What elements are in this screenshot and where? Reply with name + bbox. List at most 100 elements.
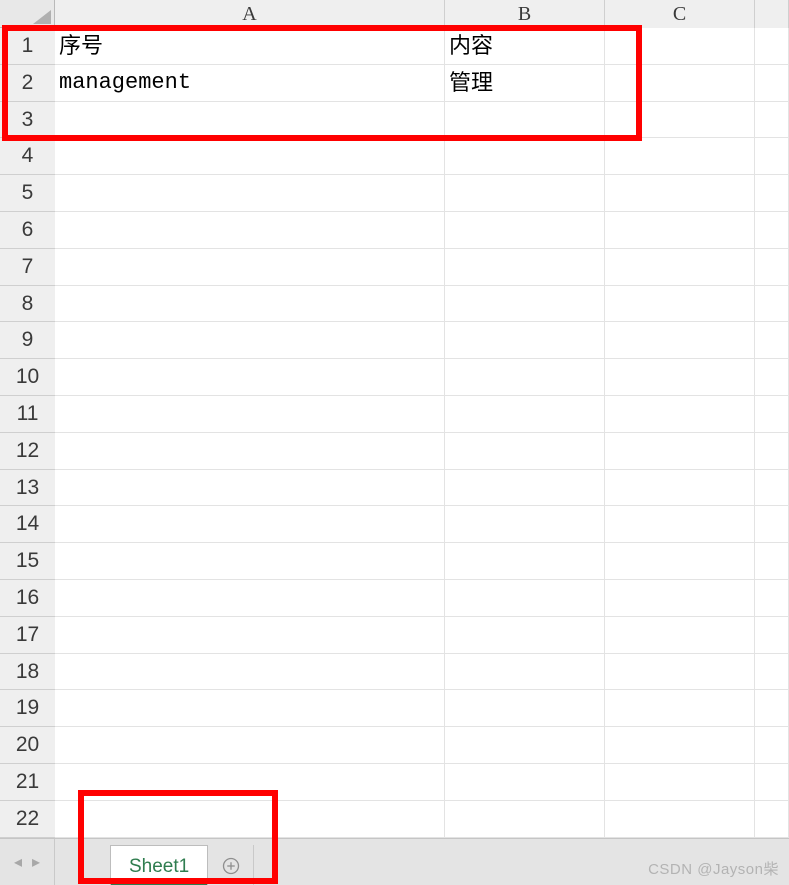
cell[interactable] — [445, 764, 605, 801]
cell[interactable] — [445, 506, 605, 543]
cell[interactable] — [55, 727, 445, 764]
row-header[interactable]: 13 — [0, 470, 55, 507]
row-header[interactable]: 17 — [0, 617, 55, 654]
row-header[interactable]: 6 — [0, 212, 55, 249]
cell[interactable] — [605, 286, 755, 323]
row-header[interactable]: 4 — [0, 138, 55, 175]
column-header-B[interactable]: B — [445, 0, 605, 28]
cell[interactable] — [605, 617, 755, 654]
row-header[interactable]: 20 — [0, 727, 55, 764]
cell[interactable] — [605, 102, 755, 139]
cell[interactable] — [55, 617, 445, 654]
cell[interactable] — [55, 764, 445, 801]
cell-edge[interactable] — [755, 433, 789, 470]
add-sheet-button[interactable] — [208, 845, 254, 885]
row-header[interactable]: 8 — [0, 286, 55, 323]
cell-C2[interactable] — [605, 65, 755, 102]
cell[interactable] — [445, 249, 605, 286]
row-header[interactable]: 7 — [0, 249, 55, 286]
row-header[interactable]: 12 — [0, 433, 55, 470]
cell[interactable] — [55, 470, 445, 507]
cell[interactable] — [445, 617, 605, 654]
cell[interactable] — [445, 102, 605, 139]
cell[interactable] — [55, 138, 445, 175]
cell[interactable] — [605, 580, 755, 617]
cell-edge[interactable] — [755, 322, 789, 359]
cell-edge[interactable] — [755, 286, 789, 323]
cell-edge[interactable] — [755, 470, 789, 507]
cell-B2[interactable]: 管理 — [445, 65, 605, 102]
cell[interactable] — [55, 212, 445, 249]
row-header[interactable]: 18 — [0, 654, 55, 691]
row-header[interactable]: 11 — [0, 396, 55, 433]
cell-edge[interactable] — [755, 175, 789, 212]
cell-edge[interactable] — [755, 396, 789, 433]
cell-edge[interactable] — [755, 690, 789, 727]
cell[interactable] — [605, 470, 755, 507]
cell-C1[interactable] — [605, 28, 755, 65]
cell[interactable] — [605, 543, 755, 580]
row-header[interactable]: 15 — [0, 543, 55, 580]
cell-edge[interactable] — [755, 727, 789, 764]
cell[interactable] — [55, 506, 445, 543]
cell-A2[interactable]: management — [55, 65, 445, 102]
cell[interactable] — [55, 654, 445, 691]
cell[interactable] — [445, 580, 605, 617]
cell[interactable] — [445, 801, 605, 838]
cell[interactable] — [445, 654, 605, 691]
row-header[interactable]: 16 — [0, 580, 55, 617]
cell[interactable] — [55, 322, 445, 359]
cell-edge[interactable] — [755, 764, 789, 801]
cell[interactable] — [55, 801, 445, 838]
cell[interactable] — [445, 690, 605, 727]
cell[interactable] — [55, 359, 445, 396]
row-header[interactable]: 5 — [0, 175, 55, 212]
tab-nav-controls[interactable]: ◂ ▸ — [0, 839, 55, 885]
cell[interactable] — [445, 470, 605, 507]
cell[interactable] — [605, 212, 755, 249]
nav-next-icon[interactable]: ▸ — [32, 852, 40, 872]
cell[interactable] — [445, 543, 605, 580]
cell-edge[interactable] — [755, 138, 789, 175]
row-header[interactable]: 1 — [0, 28, 55, 65]
cell-edge[interactable] — [755, 249, 789, 286]
cell-B1[interactable]: 内容 — [445, 28, 605, 65]
row-header[interactable]: 9 — [0, 322, 55, 359]
cell[interactable] — [55, 249, 445, 286]
cell[interactable] — [445, 212, 605, 249]
row-header[interactable]: 3 — [0, 102, 55, 139]
row-header[interactable]: 2 — [0, 65, 55, 102]
cell-edge[interactable] — [755, 65, 789, 102]
cell[interactable] — [445, 286, 605, 323]
cell-edge[interactable] — [755, 102, 789, 139]
cell[interactable] — [605, 138, 755, 175]
cell[interactable] — [55, 690, 445, 727]
cell[interactable] — [605, 359, 755, 396]
cell[interactable] — [605, 506, 755, 543]
cell-edge[interactable] — [755, 212, 789, 249]
select-all-corner[interactable] — [0, 0, 55, 28]
cell[interactable] — [445, 433, 605, 470]
cell[interactable] — [445, 359, 605, 396]
row-header[interactable]: 10 — [0, 359, 55, 396]
row-header[interactable]: 19 — [0, 690, 55, 727]
cell-edge[interactable] — [755, 654, 789, 691]
row-header[interactable]: 21 — [0, 764, 55, 801]
cell-edge[interactable] — [755, 359, 789, 396]
column-header-A[interactable]: A — [55, 0, 445, 28]
cell[interactable] — [445, 322, 605, 359]
cell[interactable] — [55, 396, 445, 433]
cell[interactable] — [605, 690, 755, 727]
cell[interactable] — [445, 175, 605, 212]
cell-A1[interactable]: 序号 — [55, 28, 445, 65]
nav-prev-icon[interactable]: ◂ — [14, 852, 22, 872]
cell[interactable] — [55, 580, 445, 617]
cell[interactable] — [445, 396, 605, 433]
cell-edge[interactable] — [755, 28, 789, 65]
row-header[interactable]: 22 — [0, 801, 55, 838]
cell[interactable] — [605, 322, 755, 359]
cell[interactable] — [605, 175, 755, 212]
cell[interactable] — [605, 654, 755, 691]
sheet-tab-active[interactable]: Sheet1 — [110, 845, 208, 885]
cell-edge[interactable] — [755, 543, 789, 580]
